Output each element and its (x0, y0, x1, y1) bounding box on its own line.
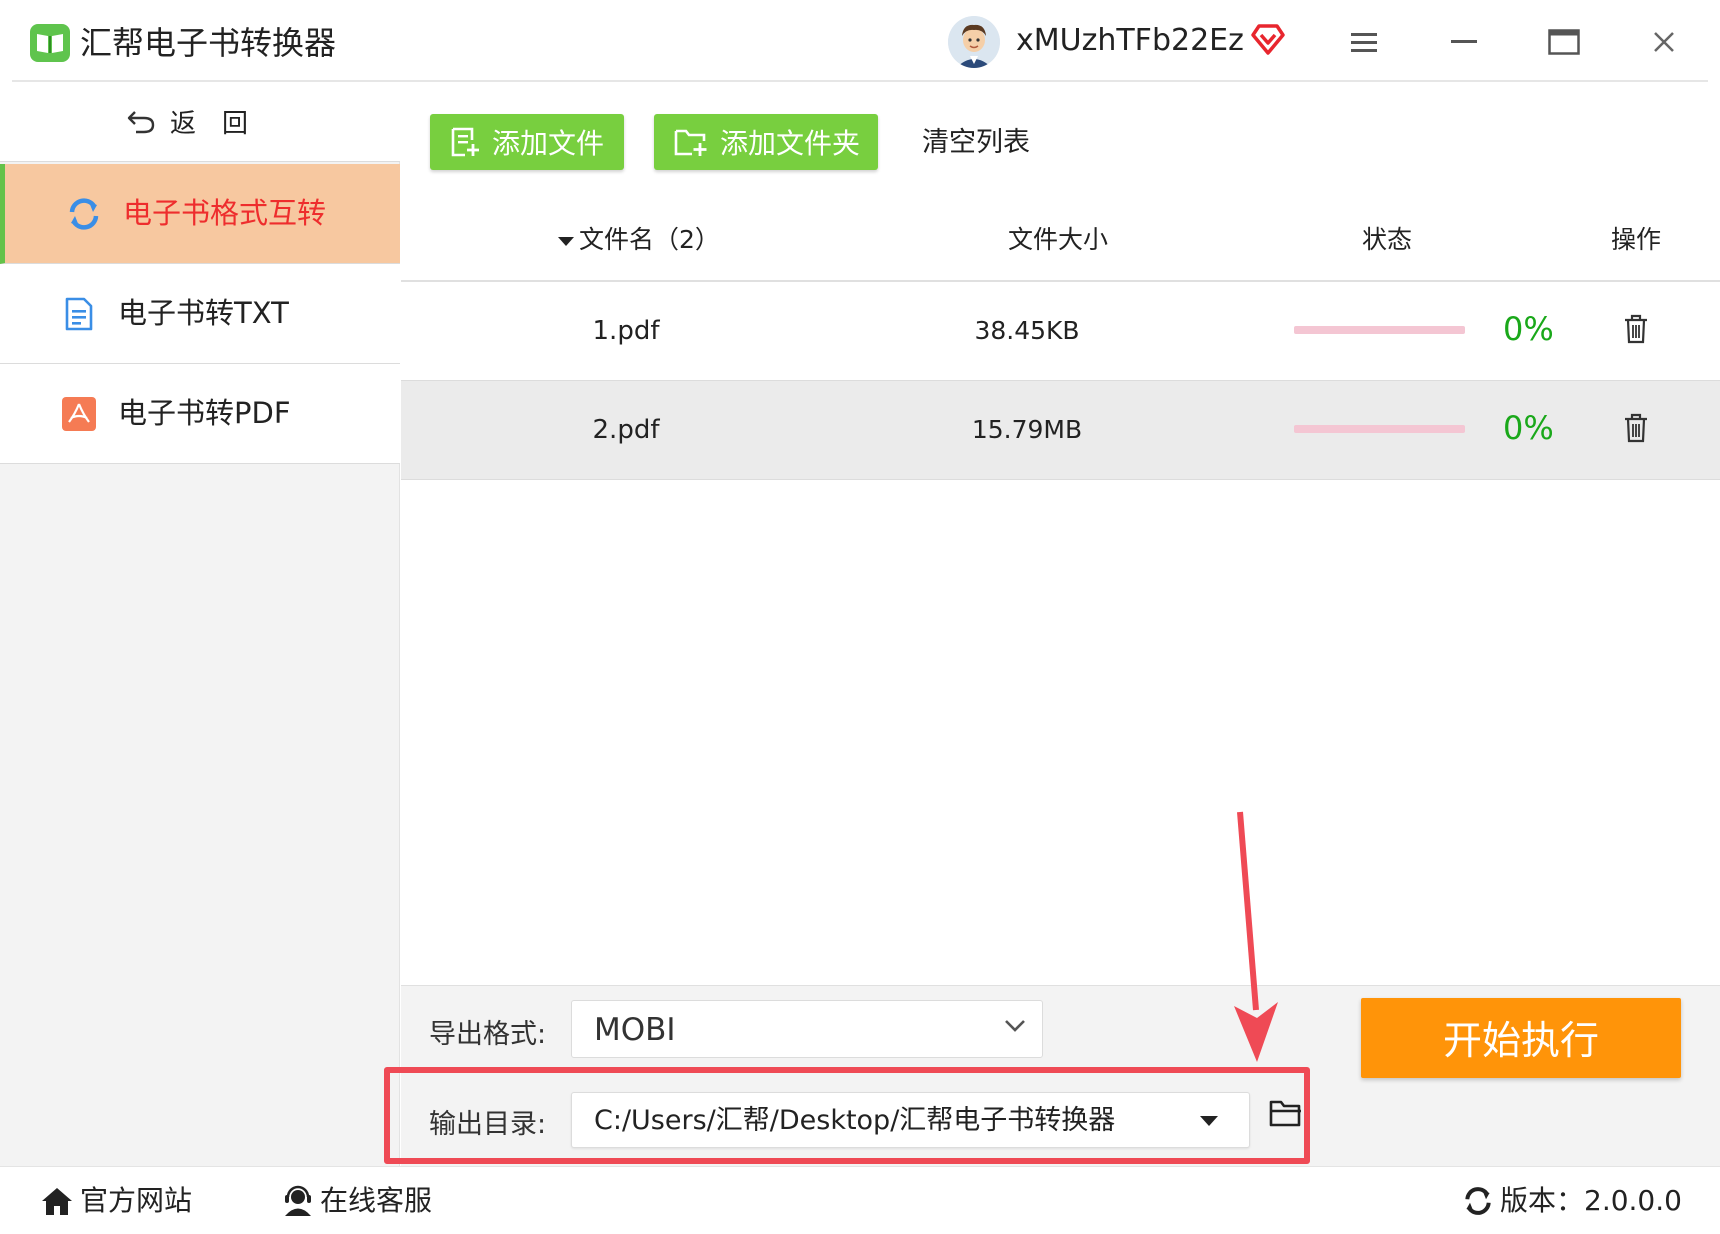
sidebar-item-to-txt[interactable]: 电子书转TXT (0, 264, 400, 364)
open-folder-icon[interactable] (1269, 1098, 1303, 1132)
add-file-button[interactable]: 添加文件 (430, 114, 624, 170)
avatar[interactable] (948, 16, 1000, 68)
sidebar-item-format-convert[interactable]: 电子书格式互转 (0, 164, 400, 264)
open-book-icon (30, 24, 70, 62)
back-button[interactable]: 返回 (0, 82, 400, 162)
home-icon (42, 1188, 72, 1215)
sidebar-item-label: 电子书转TXT (118, 296, 289, 330)
online-support-link[interactable]: 在线客服 (282, 1181, 432, 1221)
table-row[interactable]: 2.pdf 15.79MB 0% (401, 381, 1720, 480)
progress-percent: 0% (1503, 310, 1554, 348)
back-label: 返回 (169, 109, 274, 139)
column-header-filename[interactable]: 文件名（2） (557, 222, 720, 258)
text-document-icon (60, 295, 98, 333)
file-name: 1.pdf (592, 316, 660, 346)
file-name: 2.pdf (592, 415, 660, 445)
official-website-link[interactable]: 官方网站 (40, 1181, 192, 1221)
vip-diamond-icon[interactable] (1250, 22, 1286, 60)
version-info: 版本：2.0.0.0 (1462, 1181, 1682, 1221)
clear-list-button[interactable]: 清空列表 (922, 124, 1030, 162)
add-folder-label: 添加文件夹 (720, 127, 861, 160)
start-button[interactable]: 开始执行 (1361, 998, 1681, 1078)
sidebar-item-to-pdf[interactable]: 电子书转PDF (0, 364, 400, 464)
sort-down-icon (558, 237, 574, 246)
app-title: 汇帮电子书转换器 (80, 24, 337, 62)
dropdown-triangle-icon (1200, 1116, 1218, 1126)
progress-percent: 0% (1503, 409, 1554, 447)
pdf-icon (60, 395, 98, 433)
main-panel: 添加文件 添加文件夹 清空列表 文件名（2） 文件大小 状态 操作 1.pdf … (401, 82, 1720, 1166)
chevron-down-icon (1005, 1020, 1025, 1032)
maximize-icon[interactable] (1536, 18, 1592, 66)
format-label: 导出格式: (429, 1019, 547, 1050)
sidebar: 返回 电子书格式互转 电子书转TXT 电子书转PDF (0, 82, 400, 1166)
minimize-icon[interactable] (1436, 18, 1492, 66)
table-row[interactable]: 1.pdf 38.45KB 0% (401, 282, 1720, 381)
add-file-label: 添加文件 (492, 127, 605, 160)
file-size: 15.79MB (971, 415, 1083, 444)
progress-bar (1294, 326, 1465, 334)
column-header-size: 文件大小 (1008, 225, 1109, 254)
delete-icon[interactable] (1623, 413, 1649, 447)
format-value: MOBI (594, 1012, 676, 1048)
title-bar: 汇帮电子书转换器 xMUzhTFb22Ez (0, 0, 1720, 82)
refresh-icon (1465, 1187, 1491, 1215)
undo-arrow-icon (127, 110, 155, 133)
headset-icon (285, 1185, 311, 1216)
file-size: 38.45KB (974, 316, 1080, 345)
column-header-action: 操作 (1611, 225, 1662, 254)
delete-icon[interactable] (1623, 314, 1649, 348)
progress-bar (1294, 425, 1465, 433)
output-settings-panel: 导出格式: MOBI 开始执行 输出目录: C:/Users/汇帮/Deskto… (401, 985, 1720, 1166)
close-icon[interactable] (1636, 18, 1692, 66)
output-dir-label: 输出目录: (429, 1109, 547, 1140)
footer: 官方网站 在线客服 版本：2.0.0.0 (0, 1166, 1720, 1234)
output-dir-value: C:/Users/汇帮/Desktop/汇帮电子书转换器 (594, 1105, 1116, 1136)
add-folder-icon (674, 129, 707, 156)
add-file-icon (451, 127, 479, 157)
format-select[interactable]: MOBI (571, 1000, 1043, 1058)
refresh-icon (65, 195, 103, 233)
column-header-status: 状态 (1362, 225, 1413, 254)
sidebar-item-label: 电子书格式互转 (123, 196, 327, 230)
username: xMUzhTFb22Ez (1016, 23, 1244, 58)
add-folder-button[interactable]: 添加文件夹 (654, 114, 878, 170)
sidebar-item-label: 电子书转PDF (118, 396, 291, 430)
output-dir-select[interactable]: C:/Users/汇帮/Desktop/汇帮电子书转换器 (571, 1092, 1250, 1148)
menu-icon[interactable] (1336, 18, 1392, 66)
